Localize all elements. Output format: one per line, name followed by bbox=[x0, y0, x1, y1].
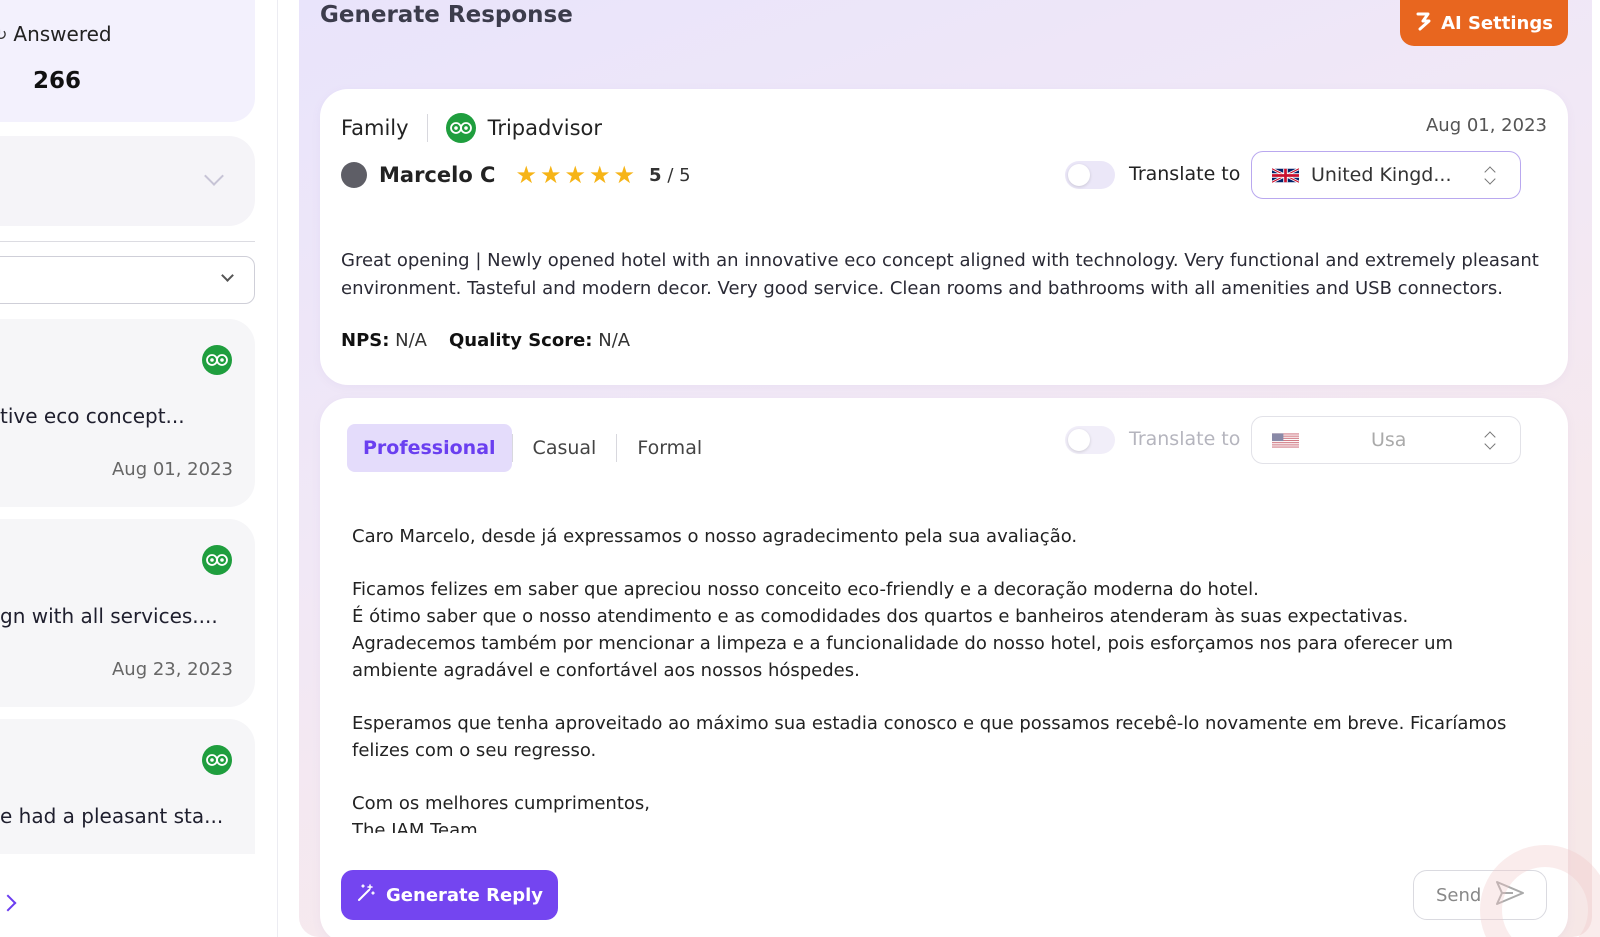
tripadvisor-icon bbox=[202, 745, 232, 775]
review-list-panel: ↻ Answered 266 tive eco concept... Aug 0… bbox=[0, 0, 278, 937]
review-language-value: United Kingd... bbox=[1311, 164, 1452, 186]
generate-reply-button[interactable]: Generate Reply bbox=[341, 870, 558, 920]
up-down-chevron-icon bbox=[1484, 165, 1496, 187]
review-list-item[interactable]: e had a pleasant sta... bbox=[0, 719, 255, 854]
star-icon: ★ bbox=[515, 161, 537, 189]
ai-settings-button[interactable]: AI Settings bbox=[1400, 0, 1568, 46]
answered-stat-card[interactable]: ↻ Answered 266 bbox=[0, 0, 255, 122]
sort-select[interactable] bbox=[0, 256, 255, 304]
review-source: Tripadvisor bbox=[487, 116, 603, 140]
rating-text: 5 / 5 bbox=[649, 165, 691, 186]
generate-response-panel: Generate Response AI Settings Family Tri… bbox=[299, 0, 1592, 937]
review-category: Family bbox=[341, 116, 409, 140]
reply-translate-label: Translate to bbox=[1129, 428, 1241, 450]
review-snippet: e had a pleasant sta... bbox=[0, 804, 224, 828]
quality-score-metric: Quality Score: N/A bbox=[449, 330, 631, 351]
ai-logo-icon bbox=[1415, 11, 1433, 36]
reply-card: Professional Casual Formal Translate to … bbox=[320, 398, 1568, 937]
filter-dropdown[interactable] bbox=[0, 136, 255, 226]
answered-count: 266 bbox=[33, 68, 82, 94]
star-rating: ★ ★ ★ ★ ★ bbox=[515, 163, 635, 187]
star-icon: ★ bbox=[564, 161, 587, 189]
uk-flag-icon bbox=[1272, 167, 1299, 183]
avatar bbox=[341, 162, 367, 188]
review-date: Aug 23, 2023 bbox=[111, 659, 233, 680]
review-translate-toggle[interactable] bbox=[1065, 161, 1115, 189]
review-snippet: tive eco concept... bbox=[0, 404, 185, 428]
answered-label: Answered bbox=[13, 22, 112, 46]
review-list-item[interactable]: gn with all services.... Aug 23, 2023 bbox=[0, 519, 255, 707]
refresh-icon: ↻ bbox=[0, 24, 8, 44]
review-date: Aug 01, 2023 bbox=[111, 459, 233, 480]
review-snippet: gn with all services.... bbox=[0, 604, 218, 628]
divider bbox=[426, 114, 428, 142]
chevron-down-icon bbox=[204, 166, 224, 186]
generate-reply-label: Generate Reply bbox=[386, 884, 543, 906]
star-icon: ★ bbox=[613, 161, 636, 189]
up-down-chevron-icon bbox=[1484, 430, 1496, 452]
us-flag-icon bbox=[1272, 432, 1299, 448]
tripadvisor-icon bbox=[202, 345, 232, 375]
nps-metric: NPS: N/A bbox=[341, 330, 427, 351]
star-icon: ★ bbox=[539, 161, 562, 189]
tone-tabs: Professional Casual Formal bbox=[347, 424, 722, 472]
review-language-select[interactable]: United Kingd... bbox=[1251, 151, 1521, 199]
review-translate-label: Translate to bbox=[1129, 163, 1241, 185]
review-date: Aug 01, 2023 bbox=[1425, 115, 1547, 136]
reply-translate-toggle[interactable] bbox=[1065, 426, 1115, 454]
tripadvisor-icon bbox=[202, 545, 232, 575]
chevron-down-icon bbox=[221, 269, 234, 282]
star-icon: ★ bbox=[589, 161, 611, 189]
quality-score-value: N/A bbox=[598, 330, 631, 351]
reply-language-value: Usa bbox=[1371, 429, 1407, 451]
chevron-right-icon[interactable] bbox=[0, 894, 17, 912]
review-list-item[interactable]: tive eco concept... Aug 01, 2023 bbox=[0, 319, 255, 507]
reply-textarea[interactable]: Caro Marcelo, desde já expressamos o nos… bbox=[352, 523, 1542, 833]
rating-value: 5 bbox=[649, 164, 662, 186]
page-title: Generate Response bbox=[320, 2, 573, 28]
reply-language-select[interactable]: Usa bbox=[1251, 416, 1521, 464]
tab-formal[interactable]: Formal bbox=[617, 424, 722, 472]
nps-value: N/A bbox=[395, 330, 427, 351]
review-text: Great opening | Newly opened hotel with … bbox=[341, 250, 1539, 299]
ai-settings-label: AI Settings bbox=[1441, 12, 1553, 34]
review-card: Family Tripadvisor Aug 01, 2023 Marcelo … bbox=[320, 89, 1568, 385]
tab-professional[interactable]: Professional bbox=[347, 424, 512, 472]
reviewer-name: Marcelo C bbox=[379, 163, 496, 187]
magic-wand-icon bbox=[356, 883, 376, 908]
rating-max: / 5 bbox=[667, 164, 691, 186]
divider bbox=[0, 241, 255, 242]
tab-casual[interactable]: Casual bbox=[513, 424, 617, 472]
send-label: Send bbox=[1436, 884, 1482, 906]
tripadvisor-icon bbox=[445, 113, 476, 143]
